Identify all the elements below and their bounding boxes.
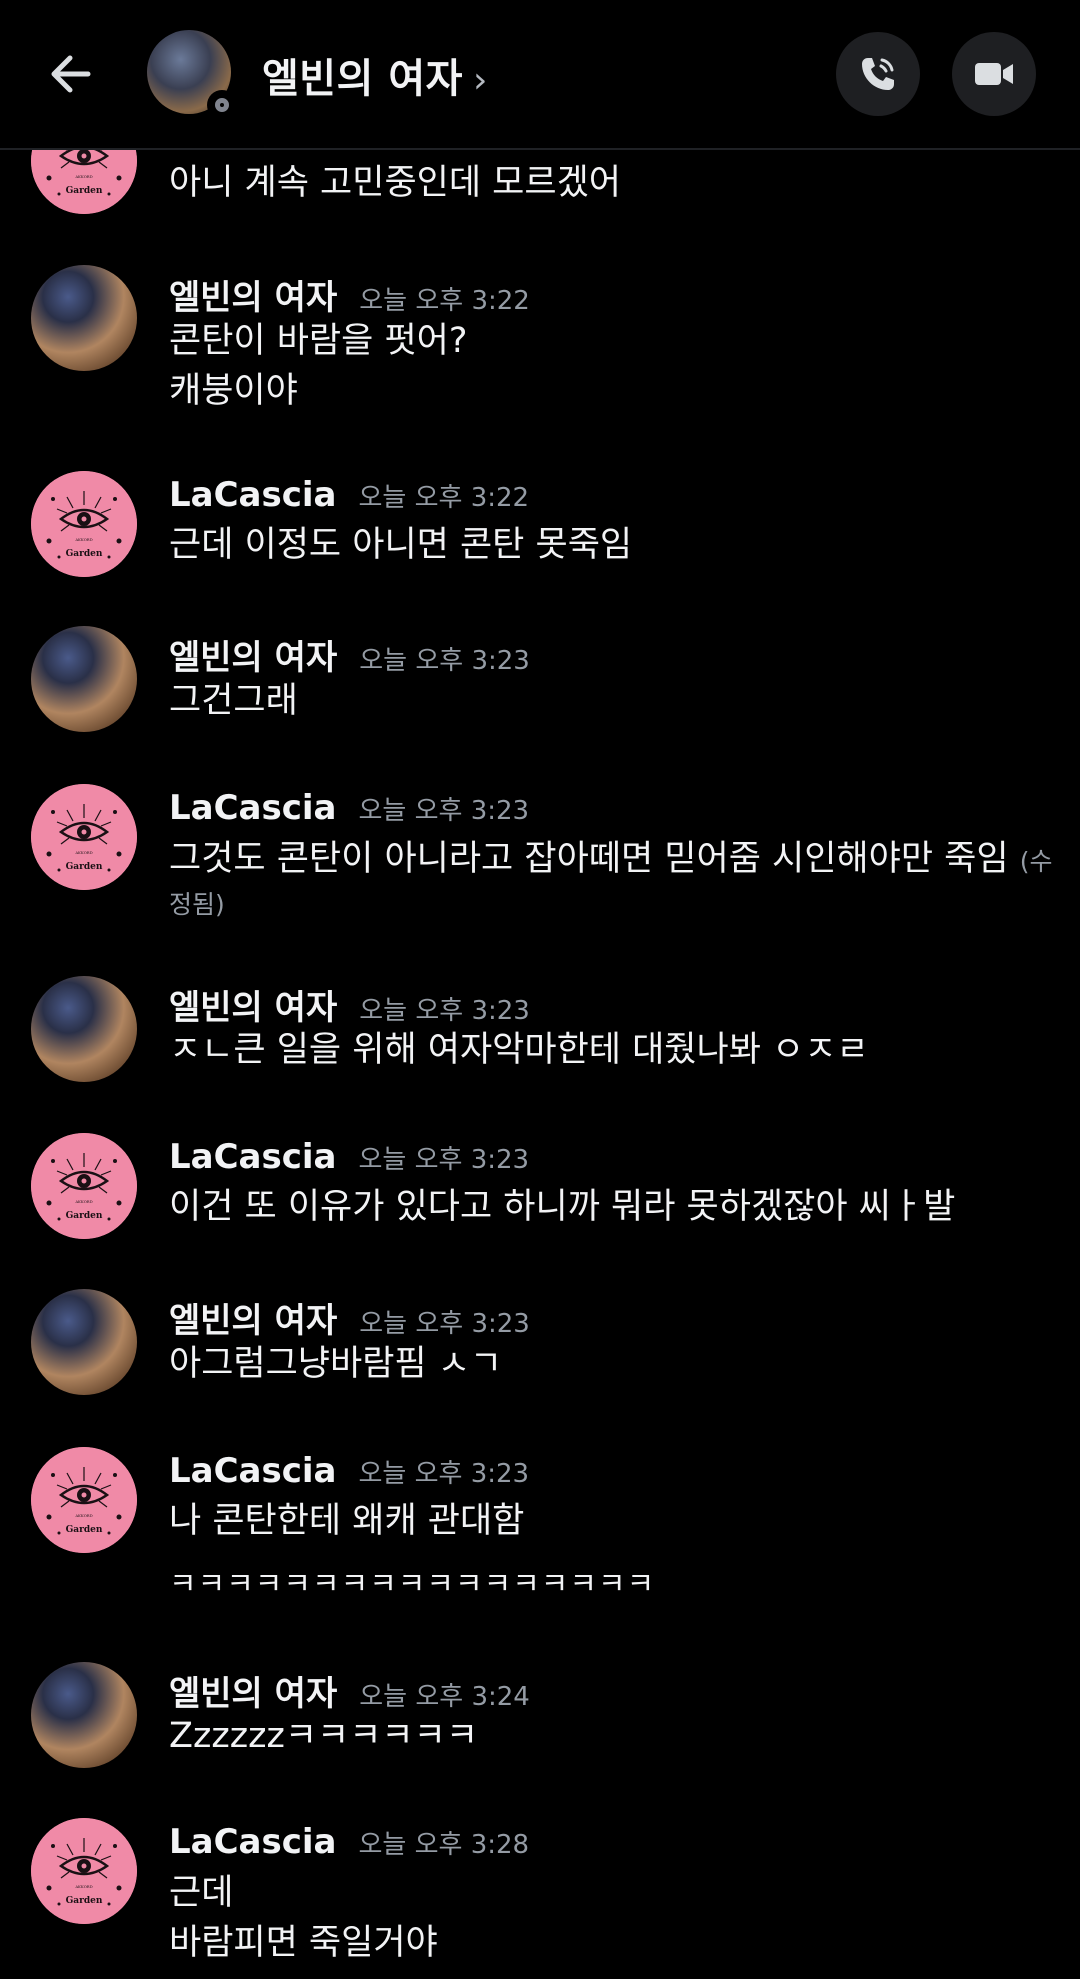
author-name[interactable]: 엘빈의 여자 xyxy=(169,980,337,1029)
message-text: Zzzzzzㅋㅋㅋㅋㅋㅋ xyxy=(169,1716,479,1756)
avatar-text: Garden xyxy=(66,549,103,559)
phone-icon xyxy=(862,58,894,90)
author-name[interactable]: LaCascia xyxy=(169,1451,337,1491)
message-text: 콘탄이 바람을 펏어? xyxy=(169,321,468,361)
timestamp: 오늘 오후 3:23 xyxy=(358,1459,530,1489)
arrow-left-icon xyxy=(51,55,91,93)
author-name[interactable]: 엘빈의 여자 xyxy=(169,270,337,319)
message-text: ㅋㅋㅋㅋㅋㅋㅋㅋㅋㅋㅋㅋㅋㅋㅋㅋㅋ xyxy=(169,1567,656,1602)
channel-avatar[interactable] xyxy=(147,30,237,120)
avatar-text: Garden xyxy=(66,1896,103,1906)
user-avatar[interactable]: Garden xyxy=(31,1447,137,1553)
user-avatar[interactable] xyxy=(31,1289,137,1395)
avatar-text: Garden xyxy=(66,186,103,196)
user-avatar[interactable] xyxy=(31,265,137,371)
message-text: 근데 xyxy=(169,1873,234,1913)
user-avatar[interactable] xyxy=(31,1662,137,1768)
timestamp: 오늘 오후 3:23 xyxy=(359,1309,530,1339)
author-name[interactable]: 엘빈의 여자 xyxy=(169,630,337,679)
message-text: ㅈㄴ큰 일을 위해 여자악마한테 대줬나봐 ㅇㅈㄹ xyxy=(169,1030,869,1070)
message-text: 그건그래 xyxy=(169,681,298,721)
chat-header: 엘빈의 여자 › xyxy=(0,0,1080,150)
timestamp: 오늘 오후 3:28 xyxy=(358,1830,530,1860)
user-avatar[interactable] xyxy=(31,976,137,1082)
avatar-text: Garden xyxy=(66,1525,103,1535)
message-text: 캐붕이야 xyxy=(169,371,298,411)
author-name[interactable]: LaCascia xyxy=(169,475,337,515)
author-name[interactable]: LaCascia xyxy=(169,1137,337,1177)
user-avatar[interactable] xyxy=(31,626,137,732)
avatar-text: Garden xyxy=(66,1211,103,1221)
back-button[interactable] xyxy=(42,44,102,104)
timestamp: 오늘 오후 3:23 xyxy=(358,1145,530,1175)
edited-marker: (수 xyxy=(1019,847,1053,876)
timestamp: 오늘 오후 3:22 xyxy=(359,286,530,316)
message-text-part: 그것도 콘탄이 아니라고 잡아떼면 믿어줌 시인해야만 죽임 xyxy=(169,839,1009,879)
channel-title[interactable]: 엘빈의 여자 › xyxy=(262,46,488,104)
message-text: 이건 또 이유가 있다고 하니까 뭐라 못하겠잖아 씨ㅏ발 xyxy=(169,1187,956,1227)
timestamp: 오늘 오후 3:22 xyxy=(358,483,530,513)
message-text: 아니 계속 고민중인데 모르겠어 xyxy=(169,163,621,203)
avatar-text: Garden xyxy=(66,862,103,872)
user-avatar[interactable]: Garden xyxy=(31,471,137,577)
video-call-button[interactable] xyxy=(952,32,1036,116)
user-avatar[interactable]: Garden xyxy=(31,1818,137,1924)
message-text: 아그럼그냥바람핌 ㅅㄱ xyxy=(169,1344,503,1384)
status-indicator xyxy=(207,90,237,120)
channel-name: 엘빈의 여자 xyxy=(262,56,463,102)
timestamp: 오늘 오후 3:23 xyxy=(358,796,530,826)
edited-marker-cont: 정됨) xyxy=(169,890,225,919)
video-camera-icon xyxy=(975,63,1013,85)
user-avatar[interactable]: Garden xyxy=(31,1133,137,1239)
message-text: 근데 이정도 아니면 콘탄 못죽임 xyxy=(169,525,633,565)
author-name[interactable]: 엘빈의 여자 xyxy=(169,1293,337,1342)
user-avatar[interactable]: Garden xyxy=(31,784,137,890)
message-text: 나 콘탄한테 왜캐 관대함 xyxy=(169,1501,525,1541)
author-name[interactable]: 엘빈의 여자 xyxy=(169,1666,337,1715)
author-name[interactable]: LaCascia xyxy=(169,1822,337,1862)
message-text: 그것도 콘탄이 아니라고 잡아떼면 믿어줌 시인해야만 죽임 (수 xyxy=(169,834,1052,887)
timestamp: 오늘 오후 3:23 xyxy=(359,646,530,676)
message-text: 바람피면 죽일거야 xyxy=(169,1923,438,1963)
voice-call-button[interactable] xyxy=(836,32,920,116)
timestamp: 오늘 오후 3:24 xyxy=(359,1682,530,1712)
author-name[interactable]: LaCascia xyxy=(169,788,337,828)
timestamp: 오늘 오후 3:23 xyxy=(359,996,530,1026)
chevron-right-icon: › xyxy=(472,60,488,101)
